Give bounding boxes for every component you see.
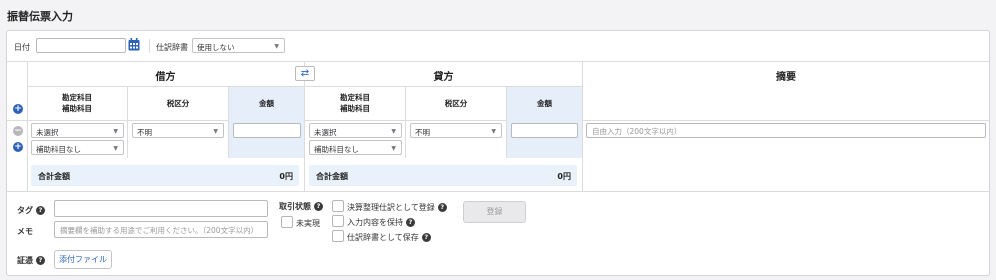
dict-select-value: 使用しない <box>197 43 235 52</box>
save-dict-label: 仕訳辞書として保存 <box>347 233 419 242</box>
credit-tax-header: 税区分 <box>444 99 468 108</box>
summary-header: 摘要 <box>776 72 796 83</box>
separator <box>149 39 150 53</box>
add-row-icon[interactable]: + <box>13 104 23 114</box>
credit-tax-value: 不明 <box>415 128 430 137</box>
debit-total-label: 合計金額 <box>38 172 70 181</box>
credit-amount-input[interactable] <box>511 123 578 138</box>
account-header-line2: 補助科目 <box>62 104 92 113</box>
debit-amount-input[interactable] <box>233 123 301 138</box>
table-bottom-border <box>7 191 989 192</box>
save-dict-label-wrap: 仕訳辞書として保存? <box>347 232 431 243</box>
chevron-down-icon: ▼ <box>391 128 396 135</box>
credit-total-value: 0円 <box>557 172 571 181</box>
evidence-label-wrap: 証憑? <box>17 255 45 266</box>
unrealized-label: 未実現 <box>296 219 320 228</box>
debit-account-select[interactable]: 未選択 ▼ <box>31 123 124 138</box>
account-header-line2: 補助科目 <box>340 104 370 113</box>
unrealized-checkbox[interactable] <box>281 216 293 228</box>
debit-subaccount-select[interactable]: 補助科目なし ▼ <box>31 140 124 155</box>
debit-subaccount-value: 補助科目なし <box>36 145 81 154</box>
status-label-wrap: 取引状態? <box>279 201 323 212</box>
help-icon[interactable]: ? <box>36 256 45 265</box>
table-colhdr-divider <box>7 120 989 121</box>
chevron-down-icon: ▼ <box>491 128 496 135</box>
debit-total-box: 合計金額 0円 <box>31 165 299 186</box>
col-divider <box>127 86 128 158</box>
credit-account-select[interactable]: 未選択 ▼ <box>309 123 402 138</box>
evidence-label: 証憑 <box>17 256 33 265</box>
credit-total-label: 合計金額 <box>316 172 348 181</box>
debit-amount-header: 金額 <box>259 99 274 108</box>
credit-subaccount-select[interactable]: 補助科目なし ▼ <box>309 140 402 155</box>
debit-tax-select[interactable]: 不明 ▼ <box>132 123 224 138</box>
help-icon[interactable]: ? <box>314 202 323 211</box>
settlement-label: 決算整理仕訳として登録 <box>347 203 435 212</box>
status-label: 取引状態 <box>279 202 311 211</box>
help-icon[interactable]: ? <box>406 218 415 227</box>
add-row-icon[interactable]: + <box>13 142 23 152</box>
chevron-down-icon: ▼ <box>391 145 396 152</box>
credit-subaccount-value: 補助科目なし <box>314 145 359 154</box>
settlement-label-wrap: 決算整理仕訳として登録? <box>347 202 447 213</box>
debit-tax-header: 税区分 <box>166 99 190 108</box>
table-top-border <box>7 61 989 62</box>
credit-amount-header: 金額 <box>537 99 552 108</box>
credit-account-value: 未選択 <box>314 128 337 137</box>
tag-label: タグ <box>17 206 33 215</box>
attach-file-button[interactable]: 添付ファイル <box>54 250 112 269</box>
memo-label: メモ <box>17 227 33 236</box>
date-label: 日付 <box>14 43 30 52</box>
account-header-line1: 勘定科目 <box>340 93 370 102</box>
tag-label-wrap: タグ? <box>17 205 45 216</box>
dict-select[interactable]: 使用しない ▼ <box>192 38 285 53</box>
credit-account-header: 勘定科目 補助科目 <box>305 92 405 114</box>
memo-textarea[interactable]: 摘要欄を補助する用途でご利用ください。（200文字以内） <box>54 221 268 238</box>
help-icon[interactable]: ? <box>421 233 431 242</box>
keep-input-label-wrap: 入力内容を保持? <box>347 217 415 228</box>
help-icon[interactable]: ? <box>437 203 447 212</box>
calendar-icon[interactable] <box>128 38 140 51</box>
credit-tax-select[interactable]: 不明 ▼ <box>410 123 502 138</box>
remove-row-icon[interactable]: − <box>13 126 23 136</box>
help-icon[interactable]: ? <box>36 206 45 215</box>
summary-input[interactable]: 自由入力（200文字以内） <box>586 123 986 138</box>
col-divider <box>405 86 406 158</box>
chevron-down-icon: ▼ <box>274 43 279 50</box>
keep-input-label: 入力内容を保持 <box>347 218 403 227</box>
chevron-down-icon: ▼ <box>113 145 118 152</box>
page-title: 振替伝票入力 <box>7 10 73 23</box>
chevron-down-icon: ▼ <box>213 128 218 135</box>
keep-input-checkbox[interactable] <box>332 215 344 227</box>
journal-entry-panel: 日付 仕訳辞書 使用しない ▼ 借方 ⇄ 貸方 摘要 勘定科目 補助科目 税区分… <box>6 30 990 276</box>
credit-total-box: 合計金額 0円 <box>309 165 577 186</box>
date-input[interactable] <box>36 38 126 53</box>
dict-label: 仕訳辞書 <box>156 43 188 52</box>
debit-account-header: 勘定科目 補助科目 <box>27 92 127 114</box>
settlement-checkbox[interactable] <box>332 200 344 212</box>
register-button[interactable]: 登録 <box>463 201 526 223</box>
save-dict-checkbox[interactable] <box>332 230 344 242</box>
debit-tax-value: 不明 <box>137 128 152 137</box>
debit-account-value: 未選択 <box>36 128 59 137</box>
account-header-line1: 勘定科目 <box>62 93 92 102</box>
debit-header: 借方 <box>155 72 176 83</box>
chevron-down-icon: ▼ <box>113 128 118 135</box>
tag-input[interactable] <box>54 200 268 217</box>
debit-total-value: 0円 <box>279 172 293 181</box>
credit-header: 貸方 <box>433 72 454 83</box>
